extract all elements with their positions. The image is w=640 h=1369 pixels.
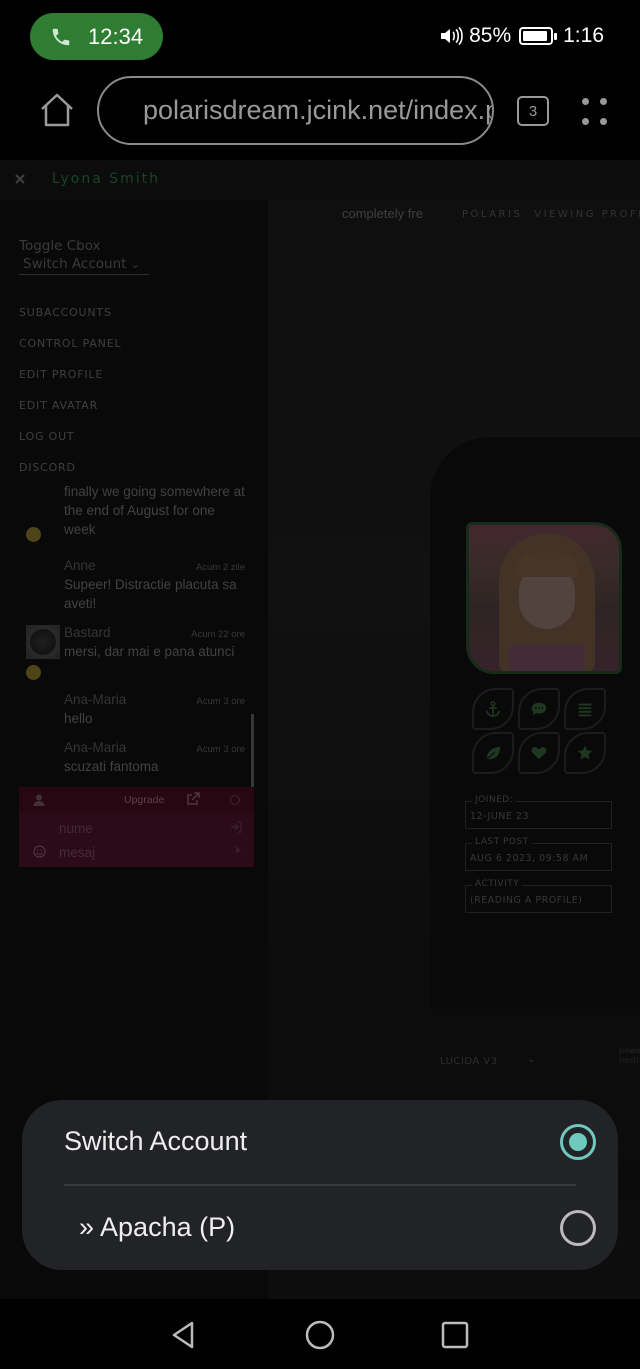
- tab-switcher-button[interactable]: 3: [517, 96, 549, 126]
- status-bar: 12:34 85% 1:16: [0, 0, 640, 72]
- radio-selected[interactable]: [560, 1124, 596, 1160]
- radio-unselected[interactable]: [560, 1210, 596, 1246]
- home-icon[interactable]: [38, 92, 76, 128]
- option-switch-account[interactable]: Switch Account: [22, 1100, 618, 1184]
- menu-dots-icon[interactable]: [582, 96, 608, 126]
- address-bar[interactable]: polarisdream.jcink.net/index.php: [97, 76, 494, 145]
- ongoing-call-pill[interactable]: 12:34: [30, 13, 163, 60]
- phone-icon: [52, 28, 70, 45]
- call-timer: 12:34: [88, 23, 144, 49]
- system-nav-bar: [0, 1299, 640, 1369]
- url-text: polarisdream.jcink.net/index.php: [143, 95, 494, 125]
- home-circle-icon[interactable]: [304, 1319, 336, 1351]
- battery-percent: 85%: [469, 24, 512, 47]
- browser-toolbar: polarisdream.jcink.net/index.php 3: [0, 72, 640, 160]
- switch-account-dialog: Switch Account » Apacha (P): [22, 1100, 618, 1270]
- back-icon[interactable]: [168, 1319, 200, 1351]
- option-apacha[interactable]: » Apacha (P): [22, 1186, 618, 1270]
- recents-icon[interactable]: [439, 1319, 471, 1351]
- clock: 1:16: [563, 24, 604, 47]
- battery-icon: [519, 27, 558, 45]
- volume-icon: [441, 26, 463, 46]
